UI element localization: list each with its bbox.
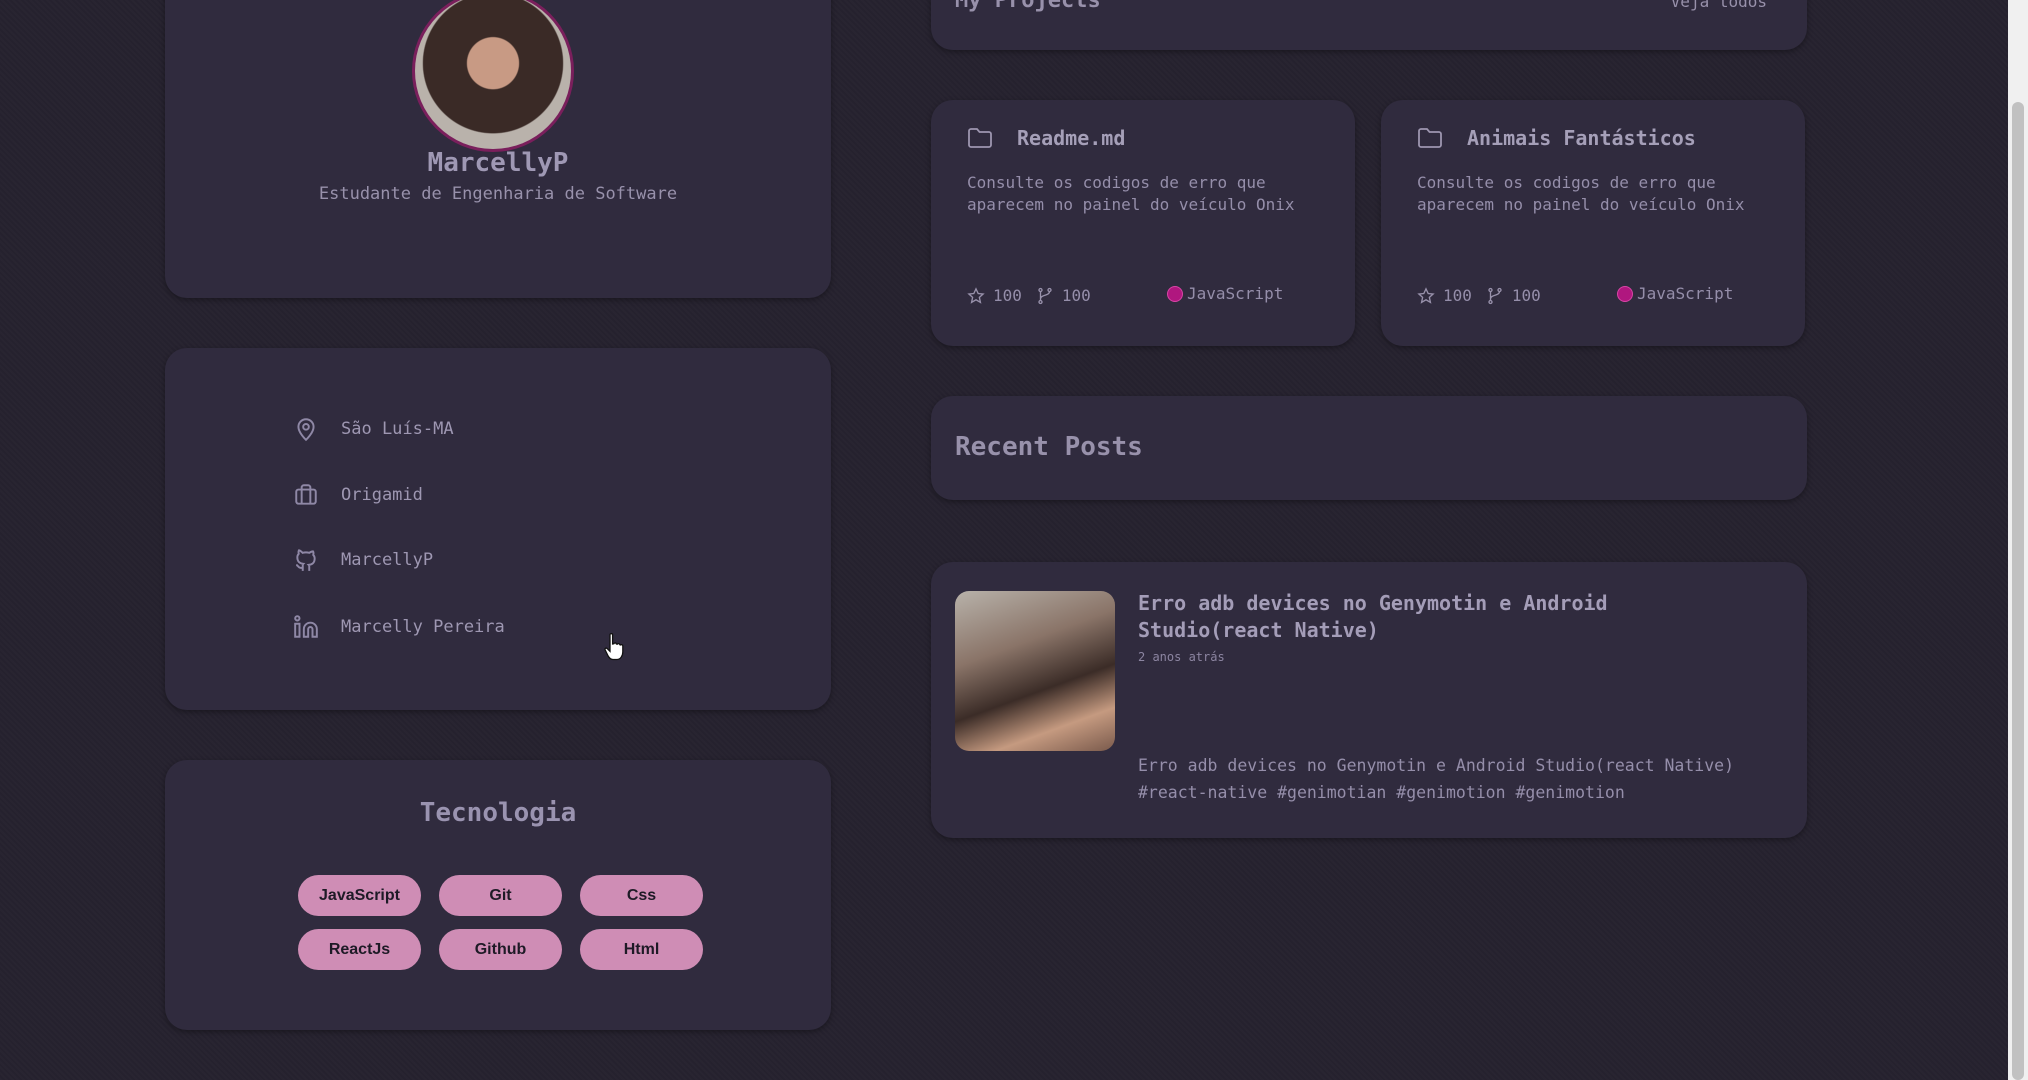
project-forks-count: 100 xyxy=(1511,286,1541,305)
folder-icon xyxy=(968,128,992,148)
folder-icon xyxy=(1418,128,1442,148)
project-language-label: JavaScript xyxy=(1637,284,1734,303)
project-title-row: Animais Fantásticos xyxy=(1417,126,1696,150)
post-thumbnail[interactable] xyxy=(955,591,1115,751)
project-stars: 100 xyxy=(967,286,1022,305)
tech-pill-reactjs[interactable]: ReactJs xyxy=(298,929,421,970)
projects-header: My Projects Veja todos xyxy=(931,0,1807,50)
project-title[interactable]: Animais Fantásticos xyxy=(1467,126,1696,150)
star-icon xyxy=(967,286,985,304)
project-stars-count: 100 xyxy=(993,286,1022,305)
profile-subtitle: Estudante de Engenharia de Software xyxy=(318,184,678,204)
linkedin-icon xyxy=(294,615,318,638)
technology-title: Tecnologia xyxy=(419,798,577,828)
info-linkedin-label: Marcelly Pereira xyxy=(341,617,505,637)
location-pin-icon xyxy=(297,418,315,442)
language-dot-icon xyxy=(1617,285,1633,302)
project-language: JavaScript xyxy=(1167,284,1283,303)
project-forks-count: 100 xyxy=(1061,286,1091,305)
project-forks: 100 xyxy=(1486,286,1541,305)
info-location[interactable]: São Luís-MA xyxy=(293,416,454,442)
info-linkedin[interactable]: Marcelly Pereira xyxy=(293,614,505,640)
fork-icon xyxy=(1038,287,1052,304)
project-stats: 100 100 xyxy=(967,286,1105,305)
recent-posts-title: Recent Posts xyxy=(955,432,1143,462)
hand-cursor-icon xyxy=(604,633,624,661)
project-language-label: JavaScript xyxy=(1187,284,1284,303)
info-location-label: São Luís-MA xyxy=(341,419,454,439)
technology-list: JavaScript Git Css ReactJs Github Html xyxy=(298,875,718,970)
tech-pill-git[interactable]: Git xyxy=(439,875,562,916)
profile-card: MarcellyP Estudante de Engenharia de Sof… xyxy=(165,0,831,298)
avatar[interactable] xyxy=(412,0,574,152)
info-company-label: Origamid xyxy=(341,485,423,505)
project-stats: 100 100 xyxy=(1417,286,1555,305)
post-card[interactable]: Erro adb devices no Genymotin e Android … xyxy=(931,562,1807,838)
project-stars-count: 100 xyxy=(1443,286,1472,305)
tech-pill-github[interactable]: Github xyxy=(439,929,562,970)
recent-posts-header: Recent Posts xyxy=(931,396,1807,500)
post-timestamp: 2 anos atrás xyxy=(1138,650,1225,664)
project-title-row: Readme.md xyxy=(967,126,1125,150)
post-excerpt: Erro adb devices no Genymotin e Android … xyxy=(1138,756,1735,802)
briefcase-icon xyxy=(295,484,317,505)
vertical-scrollbar[interactable] xyxy=(2008,0,2028,1080)
info-github[interactable]: MarcellyP xyxy=(293,547,433,573)
info-company[interactable]: Origamid xyxy=(293,482,423,508)
scrollbar-thumb[interactable] xyxy=(2012,102,2024,1080)
project-description: Consulte os codigos de erro que aparecem… xyxy=(1417,173,1745,214)
project-description: Consulte os codigos de erro que aparecem… xyxy=(967,173,1295,214)
fork-icon xyxy=(1488,287,1502,304)
project-card[interactable]: Animais Fantásticos Consulte os codigos … xyxy=(1381,100,1805,346)
tech-pill-html[interactable]: Html xyxy=(580,929,703,970)
technology-card: Tecnologia JavaScript Git Css ReactJs Gi… xyxy=(165,760,831,1030)
github-icon xyxy=(295,549,316,571)
avatar-image xyxy=(415,0,571,149)
page: MarcellyP Estudante de Engenharia de Sof… xyxy=(0,0,2028,1080)
language-dot-icon xyxy=(1167,285,1183,302)
tech-pill-css[interactable]: Css xyxy=(580,875,703,916)
project-stars: 100 xyxy=(1417,286,1472,305)
see-all-link[interactable]: Veja todos xyxy=(1671,0,1767,11)
info-github-label: MarcellyP xyxy=(341,550,434,570)
info-card: São Luís-MA Origamid MarcellyP Marcelly … xyxy=(165,348,831,710)
post-title[interactable]: Erro adb devices no Genymotin e Android … xyxy=(1138,590,1698,644)
project-forks: 100 xyxy=(1036,286,1091,305)
tech-pill-javascript[interactable]: JavaScript xyxy=(298,875,421,916)
profile-name: MarcellyP xyxy=(427,148,569,178)
star-icon xyxy=(1417,286,1435,304)
projects-title: My Projects xyxy=(955,0,1101,13)
project-title[interactable]: Readme.md xyxy=(1017,126,1125,150)
project-card[interactable]: Readme.md Consulte os codigos de erro qu… xyxy=(931,100,1355,346)
project-language: JavaScript xyxy=(1617,284,1733,303)
